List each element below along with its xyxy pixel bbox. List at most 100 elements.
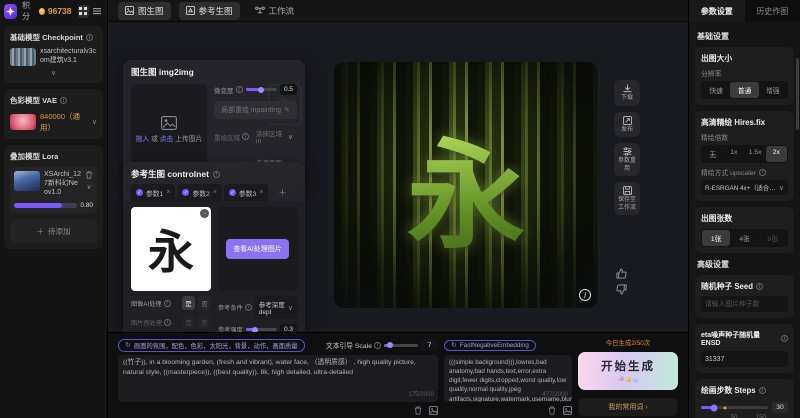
image-size-card: 出图大小 分辨率 快速 普通 增强 (695, 47, 794, 105)
positive-prompt-input[interactable]: ((竹子)), in a blooming garden, (fresh and… (118, 355, 438, 402)
generate-button[interactable]: 开始生成 -8 (578, 352, 678, 390)
region-select[interactable]: 涂抹区域 in (252, 125, 297, 148)
save-image-icon[interactable] (429, 406, 438, 415)
info-icon[interactable] (164, 319, 171, 326)
info-icon[interactable] (781, 335, 788, 342)
info-icon[interactable] (236, 86, 243, 93)
negative-prompt-input[interactable]: (((simple background))),lowres,bad anato… (444, 355, 572, 402)
chevron-down-icon (51, 70, 56, 77)
preprocess-yes[interactable]: 是 (182, 315, 195, 329)
reference-image[interactable]: 永 − (131, 207, 211, 291)
tab-img2img[interactable]: 图生图 (118, 2, 171, 20)
slider-track[interactable] (14, 203, 77, 208)
lora-weight-slider[interactable]: 0.80 (14, 202, 93, 209)
save-to-workflow-button[interactable]: 保存至工作流 (614, 182, 640, 215)
count-9[interactable]: 9张 (759, 230, 787, 246)
condition-select[interactable]: 参考深度 dept (255, 296, 297, 319)
denoise-slider[interactable] (246, 88, 278, 91)
lora-row[interactable]: XSArchi_127新科幻Neov1.0 (14, 171, 93, 197)
info-icon[interactable] (242, 133, 249, 140)
grid-view-button[interactable] (78, 5, 89, 18)
checkpoint-expand[interactable] (10, 69, 97, 77)
count-4[interactable]: 4张 (730, 230, 758, 246)
chevron-down-icon[interactable] (86, 183, 91, 191)
resolution-normal[interactable]: 普通 (730, 82, 758, 98)
favorite-words-button[interactable]: 我的常用词 › (578, 398, 678, 416)
seed-input[interactable] (701, 296, 788, 312)
ensd-input[interactable]: 31337 (701, 351, 788, 367)
hires-none[interactable]: 无 (702, 146, 723, 162)
hires-2x[interactable]: 2x (766, 146, 787, 162)
negative-embedding-text: FastNegativeEmbedding (460, 342, 529, 349)
info-icon[interactable] (245, 304, 252, 311)
close-icon[interactable] (213, 189, 217, 196)
thumbs-down-icon[interactable] (616, 284, 627, 295)
info-icon[interactable] (86, 34, 93, 41)
close-icon[interactable] (166, 189, 170, 196)
plus-icon: ＋ (37, 226, 45, 237)
remove-image-icon[interactable]: − (200, 209, 209, 218)
strength-slider[interactable] (246, 328, 277, 331)
preprocess-no[interactable]: 否 (198, 315, 211, 329)
hires-1x[interactable]: 1x (723, 146, 744, 162)
add-lora-button[interactable]: ＋ 待添加 (10, 219, 97, 243)
slider-thumb[interactable] (711, 404, 718, 411)
add-controlnet-tab[interactable]: ＋ (270, 184, 294, 201)
tab-workflow[interactable]: 工作流 (248, 2, 302, 20)
publish-button[interactable]: 发布 (614, 112, 640, 138)
upscaler-select[interactable]: R-ESRGAN 4x+（适合多种风 (701, 180, 788, 195)
resolution-options: 快速 普通 增强 (701, 81, 788, 99)
slider-thumb[interactable] (387, 342, 393, 348)
slider-track[interactable] (701, 406, 768, 409)
style-tags-pill[interactable]: 画面的氛围，配色，色彩，太阳光，背景，动作，画面质量 (118, 339, 305, 352)
count-1[interactable]: 1张 (702, 230, 730, 246)
info-icon[interactable] (164, 300, 171, 307)
negative-embedding-pill[interactable]: FastNegativeEmbedding (444, 340, 536, 351)
thumbs-up-icon[interactable] (616, 268, 627, 279)
controlnet-tab-3[interactable]: 参数3 (224, 184, 268, 201)
info-icon[interactable] (759, 387, 766, 394)
ai-process-yes[interactable]: 是 (182, 296, 195, 310)
tab-ref-gen[interactable]: 参考生图 (179, 2, 240, 20)
resolution-fast[interactable]: 快速 (702, 82, 730, 98)
ai-process-no[interactable]: 否 (198, 296, 211, 310)
info-icon[interactable] (759, 169, 766, 176)
image-info-icon[interactable]: i (579, 289, 591, 301)
info-icon[interactable] (213, 171, 220, 178)
steps-slider[interactable]: 30 (701, 402, 788, 413)
download-button[interactable]: 下载 (614, 80, 640, 106)
save-to-workflow-label: 保存至工作流 (615, 197, 639, 212)
trash-icon[interactable] (548, 406, 556, 415)
generated-image[interactable]: 永 i (334, 62, 598, 308)
view-ai-image-button[interactable]: 查看AI处理图片 (226, 239, 289, 259)
resolution-enhance[interactable]: 增强 (759, 82, 787, 98)
info-icon[interactable] (60, 97, 67, 104)
cfg-scale-slider[interactable] (384, 344, 418, 347)
check-icon (136, 189, 143, 196)
close-icon[interactable] (259, 189, 263, 196)
vae-title: 色彩模型 VAE (10, 95, 57, 106)
positive-char-count: 175/2000 (408, 391, 434, 400)
trash-icon[interactable] (414, 406, 422, 415)
tab-history[interactable]: 历史作图 (745, 0, 800, 22)
reuse-params-button[interactable]: 参数重用 (614, 143, 640, 176)
trash-icon[interactable] (85, 171, 93, 179)
menu-button[interactable] (92, 5, 103, 18)
info-icon[interactable] (374, 342, 381, 349)
upload-click-label: 点击 (160, 136, 174, 143)
workflow-icon (255, 6, 265, 15)
daily-quota: 今日生成2/50次 (578, 338, 678, 347)
scrollbar-thumb[interactable] (796, 58, 799, 130)
vae-select[interactable]: 840000（通用） (10, 111, 97, 133)
checkpoint-item[interactable]: xsarchitecturalv3com建筑v3.1 (10, 48, 97, 66)
hires-15x[interactable]: 1.5x (745, 146, 766, 162)
slider-thumb[interactable] (258, 87, 264, 93)
app-logo[interactable] (4, 4, 17, 19)
positive-prompt-column: 画面的氛围，配色，色彩，太阳光，背景，动作，画面质量 文本引导 Scale 7 … (118, 338, 438, 416)
save-image-icon[interactable] (563, 406, 572, 415)
tab-parameters[interactable]: 参数设置 (689, 0, 745, 22)
info-icon[interactable] (756, 283, 763, 290)
controlnet-tab-1[interactable]: 参数1 (131, 184, 175, 201)
inpainting-button[interactable]: 局部重绘 inpainting ✎ (214, 101, 297, 119)
controlnet-tab-2[interactable]: 参数2 (177, 184, 221, 201)
